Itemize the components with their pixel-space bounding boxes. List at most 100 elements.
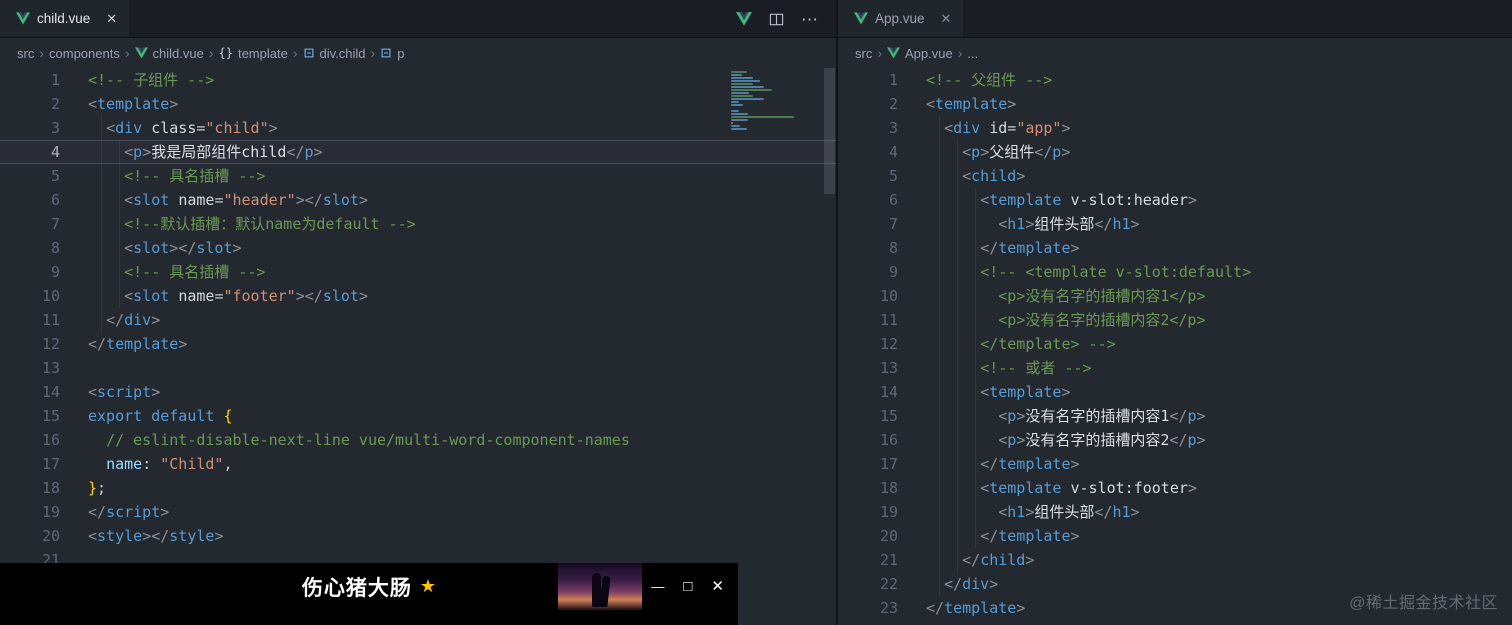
breadcrumbs-right: src › App.vue ›... [838,38,1512,68]
breadcrumb-item[interactable]: p [380,46,404,61]
line-number: 3 [50,119,60,137]
watermark: @稀土掘金技术社区 [1349,595,1498,612]
editor-left: 1 <!-- 子组件 --> 2 <template> 3 <div class="ch… [0,68,836,625]
code-line[interactable]: 11 </div> [0,308,836,332]
line-number: 13 [879,359,898,377]
ad-minimize-icon[interactable]: — [651,580,664,593]
chevron-right-icon: › [370,45,376,61]
code-line[interactable]: 1 <!-- 父组件 --> [838,68,1512,92]
scrollbar-thumb[interactable] [824,68,835,194]
code-line[interactable]: 3 <div class="child"> [0,116,836,140]
star-icon: ★ [419,576,437,596]
code-line[interactable]: 13 [0,356,836,380]
line-number: 1 [888,71,898,89]
line-number: 9 [888,263,898,281]
tag-icon [303,47,315,59]
vue-icon [134,47,148,59]
code-line[interactable]: 14 <script> [0,380,836,404]
ad-banner: 伤心猪大肠 ★ — □ ✕ [0,563,738,625]
breadcrumbs-left: src › components › child.vue › {} template › div.… [0,38,836,68]
breadcrumb-item[interactable]: App.vue [887,46,953,61]
code-line[interactable]: 10 <slot name="footer"></slot> [0,284,836,308]
line-number: 20 [41,527,60,545]
ad-popout-icon[interactable]: □ [683,579,692,594]
chevron-right-icon: › [957,45,963,61]
code-line[interactable]: 12 </template> [0,332,836,356]
line-number: 5 [50,167,60,185]
line-number: 17 [41,455,60,473]
code-line[interactable]: 6 <slot name="header"></slot> [0,188,836,212]
line-number: 7 [888,215,898,233]
line-number: 16 [879,431,898,449]
line-number: 19 [879,503,898,521]
chevron-right-icon: › [124,45,130,61]
line-number: 23 [879,599,898,617]
line-number: 9 [50,263,60,281]
tab-app-vue[interactable]: App.vue ✕ [838,0,964,37]
chevron-right-icon: › [208,45,214,61]
breadcrumb-item[interactable]: child.vue [134,46,204,61]
code-line[interactable]: 5 <!-- 具名插槽 --> [0,164,836,188]
line-number: 10 [879,287,898,305]
line-number: 17 [879,455,898,473]
code-area-left: 1 <!-- 子组件 --> 2 <template> 3 <div class="ch… [0,68,836,625]
split-editor-icon[interactable] [769,12,784,27]
code-line[interactable]: 17 name: "Child", [0,452,836,476]
line-number: 15 [879,407,898,425]
code-line[interactable]: 1 <!-- 子组件 --> [0,68,836,92]
couple-silhouette [599,576,611,607]
code-line[interactable]: 4 <p>我是局部组件child</p> [0,140,836,164]
breadcrumb-item[interactable]: components [49,46,120,61]
indent-guide [101,116,102,332]
line-number: 11 [879,311,898,329]
code-line[interactable]: 9 <!-- 具名插槽 --> [0,260,836,284]
code-line[interactable]: 19 </script> [0,500,836,524]
tabbar-left: child.vue ✕ ⋯ [0,0,836,38]
line-number: 5 [888,167,898,185]
close-tab-icon[interactable]: ✕ [106,11,117,27]
line-number: 19 [41,503,60,521]
line-number: 12 [879,335,898,353]
line-number: 6 [50,191,60,209]
ad-close-icon[interactable]: ✕ [711,579,724,594]
tab-label: App.vue [875,11,925,26]
code-line[interactable]: 24 [838,620,1512,625]
code-line[interactable]: 18}; [0,476,836,500]
line-number: 4 [888,143,898,161]
close-tab-icon[interactable]: ✕ [941,11,952,27]
code-line[interactable]: 2 <template> [838,92,1512,116]
line-number: 14 [41,383,60,401]
editor-right: 1 <!-- 父组件 --> 2 <template> 3 <div id="app">… [838,68,1512,625]
line-number: 18 [879,479,898,497]
breadcrumb-item[interactable]: {} template [219,46,288,61]
line-number: 7 [50,215,60,233]
ad-title[interactable]: 伤心猪大肠 [302,572,412,602]
vue-devtools-icon[interactable] [736,12,752,26]
tabbar-right: App.vue ✕ [838,0,1512,38]
code-line[interactable]: 16 // eslint-disable-next-line vue/multi… [0,428,836,452]
line-number: 12 [41,335,60,353]
line-number: 24 [838,620,898,625]
line-number: 2 [50,95,60,113]
breadcrumb-item[interactable]: src [855,46,872,61]
ad-image[interactable] [558,563,642,610]
tab-child-vue[interactable]: child.vue ✕ [0,0,130,37]
breadcrumb-item[interactable]: div.child [303,46,366,61]
line-number: 16 [41,431,60,449]
editor-pane-right: App.vue ✕ src › App.vue ›... 1 <!-- 父组件 --> 2… [836,0,1512,625]
minimap[interactable] [731,71,821,134]
more-actions-icon[interactable]: ⋯ [801,11,818,28]
line-number: 15 [41,407,60,425]
indent-guide [975,188,976,548]
line-number: 6 [888,191,898,209]
code-line[interactable]: 7 <!--默认插槽：默认name为default --> [0,212,836,236]
code-line[interactable]: 15 export default { [0,404,836,428]
breadcrumb-item[interactable]: src [17,46,34,61]
code-line[interactable]: 8 <slot></slot> [0,236,836,260]
code-line[interactable]: 2 <template> [0,92,836,116]
line-number: 3 [888,119,898,137]
line-number: 1 [50,71,60,89]
line-number: 10 [41,287,60,305]
breadcrumb-item[interactable]: ... [967,46,978,61]
code-line[interactable]: 20 <style></style> [0,524,836,548]
